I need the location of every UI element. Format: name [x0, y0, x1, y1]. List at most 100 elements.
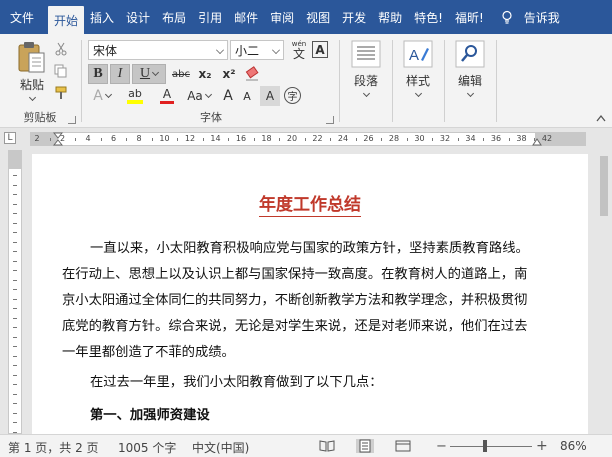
horizontal-ruler[interactable]: 2 2 4 6 8 10 12 14 16 18 20 22 24 26 28 30 32 34 36 38 42: [30, 132, 586, 146]
cut-icon[interactable]: [54, 42, 68, 56]
font-group: 宋体 小二 wén 文 A B I U abc x₂ x² A ab A Aa …: [84, 34, 338, 128]
document-area[interactable]: 年度工作总结 一直以来，小太阳教育积极响应党与国家的政策方针，坚持素质教育路线。…: [24, 148, 612, 434]
copy-icon[interactable]: [54, 64, 68, 78]
word-count[interactable]: 1005 个字: [118, 439, 176, 456]
enclose-characters-button[interactable]: 字: [284, 87, 301, 104]
tell-me-label: 告诉我: [523, 10, 560, 25]
styles-icon: A: [403, 40, 433, 68]
subscript-button[interactable]: x₂: [194, 64, 216, 84]
underline-button[interactable]: U: [132, 64, 166, 84]
read-mode-icon[interactable]: [318, 439, 336, 453]
tab-file[interactable]: 文件: [0, 0, 48, 34]
vertical-ruler-tick: [13, 241, 17, 243]
font-launcher-icon[interactable]: [326, 116, 334, 124]
vertical-ruler-tick: [13, 289, 17, 290]
tab-design[interactable]: 设计: [120, 0, 156, 34]
tab-home[interactable]: 开始: [48, 6, 85, 34]
zoom-slider[interactable]: [450, 446, 532, 447]
print-layout-icon[interactable]: [356, 439, 374, 453]
ruler-tick: [355, 138, 357, 141]
tab-developer[interactable]: 开发: [336, 0, 372, 34]
vertical-ruler-tick: [13, 393, 17, 395]
highlight-button[interactable]: ab: [120, 86, 150, 106]
bold-button[interactable]: B: [88, 64, 108, 84]
phonetic-wen-char: 文: [292, 46, 305, 61]
strikethrough-button[interactable]: abc: [170, 64, 192, 84]
ruler-tick: [151, 138, 153, 141]
italic-button[interactable]: I: [110, 64, 130, 84]
ruler-number: 14: [210, 134, 221, 143]
change-case-button[interactable]: Aa: [184, 86, 214, 106]
page-count[interactable]: 第 1 页，共 2 页: [8, 439, 99, 456]
ruler-tick: [253, 138, 255, 141]
ruler-number: 28: [388, 134, 400, 143]
paragraph-label: 段落: [353, 74, 378, 88]
highlight-label: ab: [128, 87, 142, 100]
vertical-scrollbar[interactable]: [596, 148, 612, 434]
collapse-ribbon-icon[interactable]: [596, 114, 606, 122]
ruler-tick: [483, 138, 485, 141]
highlight-swatch: [127, 100, 143, 104]
document-page[interactable]: 年度工作总结 一直以来，小太阳教育积极响应党与国家的政策方针，坚持素质教育路线。…: [32, 154, 588, 434]
tab-special[interactable]: 特色!: [408, 0, 449, 34]
paragraph-1-line: 一直以来，小太阳教育积极响应党与国家的政策方针，坚持素质教育路线。: [90, 241, 529, 256]
editing-button[interactable]: 编辑: [448, 40, 492, 98]
vertical-ruler-tick: [13, 194, 17, 195]
chevron-down-icon: [204, 90, 212, 99]
chevron-down-icon: [466, 89, 474, 98]
vertical-ruler-tick: [13, 175, 17, 176]
character-border-button[interactable]: A: [312, 41, 328, 58]
vertical-ruler-tick: [13, 308, 17, 309]
tab-foxit[interactable]: 福昕!: [449, 0, 490, 34]
lightbulb-icon: [502, 10, 512, 24]
clear-formatting-icon[interactable]: [244, 66, 262, 82]
zoom-slider-thumb[interactable]: [482, 440, 487, 452]
vertical-ruler-tick: [13, 317, 17, 319]
zoom-out-button[interactable]: −: [436, 439, 447, 454]
ruler-number: 8: [136, 134, 142, 143]
format-painter-icon[interactable]: [54, 86, 68, 100]
ruler-number: 22: [312, 134, 323, 143]
styles-button[interactable]: A 样式: [396, 40, 440, 98]
vertical-ruler-tick: [13, 298, 17, 300]
tab-mailings[interactable]: 邮件: [228, 0, 264, 34]
superscript-button[interactable]: x²: [218, 64, 240, 84]
vertical-ruler-tick: [13, 422, 17, 423]
chevron-down-icon: [152, 68, 160, 77]
scrollbar-thumb[interactable]: [600, 156, 608, 216]
tab-selector[interactable]: L: [4, 132, 16, 144]
ruler-number: 36: [490, 134, 502, 143]
paste-dropdown-icon: [28, 93, 36, 102]
font-color-label: A: [162, 87, 172, 101]
tab-view[interactable]: 视图: [300, 0, 336, 34]
font-size-combo[interactable]: 小二: [230, 40, 284, 60]
tab-help[interactable]: 帮助: [372, 0, 408, 34]
character-shading-button[interactable]: A: [260, 86, 280, 106]
tab-insert[interactable]: 插入: [84, 0, 120, 34]
vertical-ruler-tick: [13, 412, 17, 414]
first-line-indent-icon[interactable]: [53, 132, 63, 146]
separator: [496, 40, 497, 122]
tab-references[interactable]: 引用: [192, 0, 228, 34]
clipboard-launcher-icon[interactable]: [68, 116, 76, 124]
ruler-number: 2: [34, 134, 40, 143]
shrink-font-button[interactable]: A: [238, 86, 256, 106]
separator: [339, 40, 340, 122]
paragraph-button[interactable]: 段落: [344, 40, 388, 98]
web-layout-icon[interactable]: [394, 439, 412, 453]
tab-review[interactable]: 审阅: [264, 0, 300, 34]
font-color-button[interactable]: A: [152, 86, 182, 106]
grow-font-button[interactable]: A: [218, 86, 238, 106]
paste-button[interactable]: 粘贴: [10, 40, 54, 102]
tab-layout[interactable]: 布局: [156, 0, 192, 34]
language-indicator[interactable]: 中文(中国): [192, 439, 249, 456]
font-name-combo[interactable]: 宋体: [88, 40, 228, 60]
phonetic-guide-button[interactable]: wén 文: [286, 38, 312, 62]
zoom-in-button[interactable]: +: [536, 438, 548, 454]
vertical-ruler[interactable]: [8, 150, 22, 434]
right-indent-icon[interactable]: [532, 132, 542, 146]
ruler-tick: [126, 138, 128, 141]
tell-me-box[interactable]: 告诉我: [490, 0, 560, 34]
zoom-level[interactable]: 86%: [560, 439, 587, 453]
text-effects-button[interactable]: A: [88, 86, 116, 106]
